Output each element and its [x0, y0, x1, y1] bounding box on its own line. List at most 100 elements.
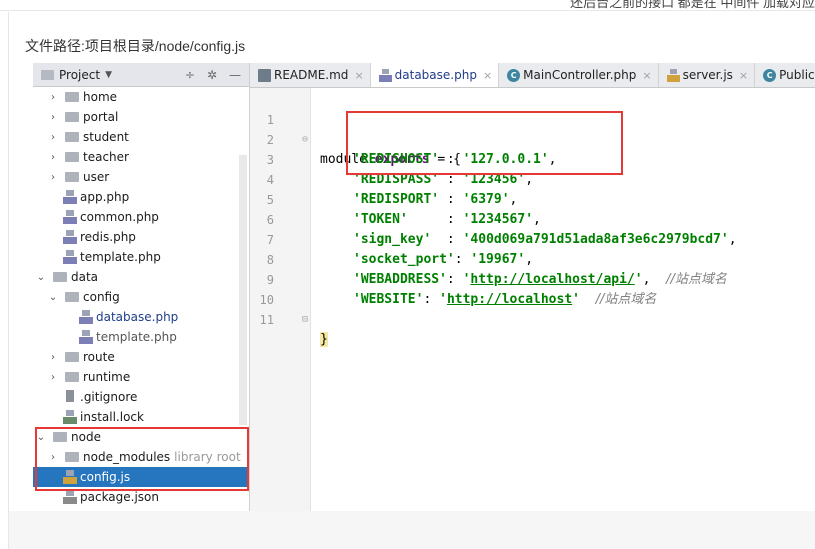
lock-file-icon	[63, 410, 77, 424]
tree-item-label: student	[83, 130, 129, 144]
php-file-icon	[79, 330, 93, 344]
chevron-right-icon[interactable]: ›	[47, 352, 59, 363]
tree-item-config-js[interactable]: config.js	[33, 467, 249, 487]
tree-item-route[interactable]: › route	[33, 347, 249, 367]
tree-item-label: node_modules	[83, 450, 171, 464]
code-editor: README.md × database.php × C MainController.p…	[250, 63, 815, 511]
page-bottom-area	[9, 511, 815, 549]
code-area[interactable]: 1 ⊖ module.exports = { 2 'REDISHOST' : '…	[250, 88, 815, 511]
close-icon[interactable]: ×	[642, 69, 651, 82]
chevron-right-icon[interactable]: ›	[47, 372, 59, 383]
code-line-7: 7 'socket_port': '19967',	[250, 210, 533, 267]
chevron-down-icon[interactable]: ⌄	[35, 432, 47, 443]
code-line-1: 1 ⊖ module.exports = {	[250, 90, 461, 167]
close-icon[interactable]: ×	[483, 69, 492, 82]
tab-publiccon[interactable]: CPublicCon	[755, 63, 815, 87]
tab-label: MainController.php	[523, 68, 637, 82]
chevron-down-icon[interactable]: ⌄	[47, 292, 59, 303]
tab-label: database.php	[394, 68, 477, 82]
tree-item-node[interactable]: ⌄ node	[33, 427, 249, 447]
tree-item-label: install.lock	[80, 410, 144, 424]
tree-item-home[interactable]: › home	[33, 87, 249, 107]
chevron-right-icon[interactable]: ›	[47, 112, 59, 123]
php-file-icon	[63, 250, 77, 264]
chevron-down-icon[interactable]: ⌄	[35, 272, 47, 283]
code-line-3: 3 'REDISPASS' : '123456',	[250, 130, 533, 187]
tree-item-data[interactable]: ⌄ data	[33, 267, 249, 287]
folder-icon	[53, 272, 67, 282]
git-file-icon	[63, 390, 77, 404]
tree-item-student[interactable]: › student	[33, 127, 249, 147]
tree-item-label: redis.php	[80, 230, 136, 244]
folder-icon	[65, 292, 79, 302]
tab-database-php[interactable]: database.php ×	[370, 63, 500, 87]
project-tree: › home › portal › student › teacher › user app.php…	[33, 87, 249, 507]
tree-item-user[interactable]: › user	[33, 167, 249, 187]
code-line-4: 4 'REDISPORT' : '6379',	[250, 150, 518, 207]
ide-screenshot: Project ▼ ÷ ✲ — › home › portal › student › tea…	[33, 63, 815, 511]
code-line-9: 9 'WEBSITE': 'http://localhost' //站点域名	[250, 250, 657, 307]
tab-readme-md[interactable]: README.md ×	[250, 63, 371, 87]
close-icon[interactable]: ×	[354, 69, 363, 82]
class-icon: C	[763, 68, 777, 82]
code-line-11: 11	[250, 290, 313, 327]
tree-item-label: database.php	[96, 310, 179, 324]
tree-item-template-php[interactable]: template.php	[33, 327, 249, 347]
php-file-icon	[63, 210, 77, 224]
tree-item-label: template.php	[80, 250, 161, 264]
project-folder-icon	[41, 69, 54, 80]
tree-scrollbar[interactable]	[239, 155, 247, 425]
tree-item-redis-php[interactable]: redis.php	[33, 227, 249, 247]
js-file-icon	[63, 470, 77, 484]
tree-item-teacher[interactable]: › teacher	[33, 147, 249, 167]
tree-item-package-json[interactable]: package.json	[33, 487, 249, 507]
tree-item-template-php[interactable]: template.php	[33, 247, 249, 267]
tree-item-label: .gitignore	[80, 390, 138, 404]
hide-panel-icon[interactable]: —	[229, 68, 241, 82]
folder-icon	[65, 452, 79, 462]
folder-icon	[65, 132, 79, 142]
tree-item-label: data	[71, 270, 99, 284]
tab-maincontroller-php[interactable]: C MainController.php ×	[499, 63, 659, 87]
left-divider	[8, 12, 9, 549]
tree-item-config[interactable]: ⌄ config	[33, 287, 249, 307]
tree-item-portal[interactable]: › portal	[33, 107, 249, 127]
tree-item-label: package.json	[80, 490, 160, 504]
tree-item-common-php[interactable]: common.php	[33, 207, 249, 227]
tree-item-app-php[interactable]: app.php	[33, 187, 249, 207]
js-file-icon	[666, 68, 680, 82]
chevron-right-icon[interactable]: ›	[47, 132, 59, 143]
chevron-right-icon[interactable]: ›	[47, 452, 59, 463]
tree-item-gitignore[interactable]: .gitignore	[33, 387, 249, 407]
tree-item-label: config.js	[80, 470, 131, 484]
gear-icon[interactable]: ✲	[207, 68, 217, 82]
project-view-label[interactable]: Project	[59, 68, 100, 82]
tree-item-label: user	[83, 170, 110, 184]
tree-item-label: teacher	[83, 150, 129, 164]
chevron-down-icon[interactable]: ▼	[105, 70, 112, 80]
tree-item-database-php[interactable]: database.php	[33, 307, 249, 327]
tree-item-runtime[interactable]: › runtime	[33, 367, 249, 387]
file-path-caption: 文件路径:项目根目录/node/config.js	[25, 38, 246, 54]
tab-label: server.js	[682, 68, 733, 82]
close-icon[interactable]: ×	[739, 69, 748, 82]
project-panel-header[interactable]: Project ▼ ÷ ✲ —	[33, 63, 249, 87]
tree-item-install-lock[interactable]: install.lock	[33, 407, 249, 427]
chevron-right-icon[interactable]: ›	[47, 152, 59, 163]
collapse-all-icon[interactable]: ÷	[185, 68, 195, 82]
editor-tab-bar: README.md × database.php × C MainController.p…	[250, 63, 815, 88]
tree-item-label: runtime	[83, 370, 131, 384]
chevron-right-icon[interactable]: ›	[47, 172, 59, 183]
chevron-right-icon[interactable]: ›	[47, 92, 59, 103]
tree-item-node-modules[interactable]: › node_modules library root	[33, 447, 249, 467]
tree-item-label: app.php	[80, 190, 130, 204]
code-line-2: 2 'REDISHOST' : '127.0.0.1',	[250, 110, 557, 167]
tree-item-label: route	[83, 350, 115, 364]
folder-icon	[65, 172, 79, 182]
cropped-heading-text: 还后台之前的接口 都是在 中间件 加载对应	[570, 0, 815, 10]
tree-item-label: home	[83, 90, 118, 104]
tab-label: README.md	[274, 68, 349, 82]
tab-server-js[interactable]: server.js ×	[659, 63, 756, 87]
tab-label: PublicCon	[779, 68, 815, 82]
line-number: 11	[259, 313, 274, 327]
